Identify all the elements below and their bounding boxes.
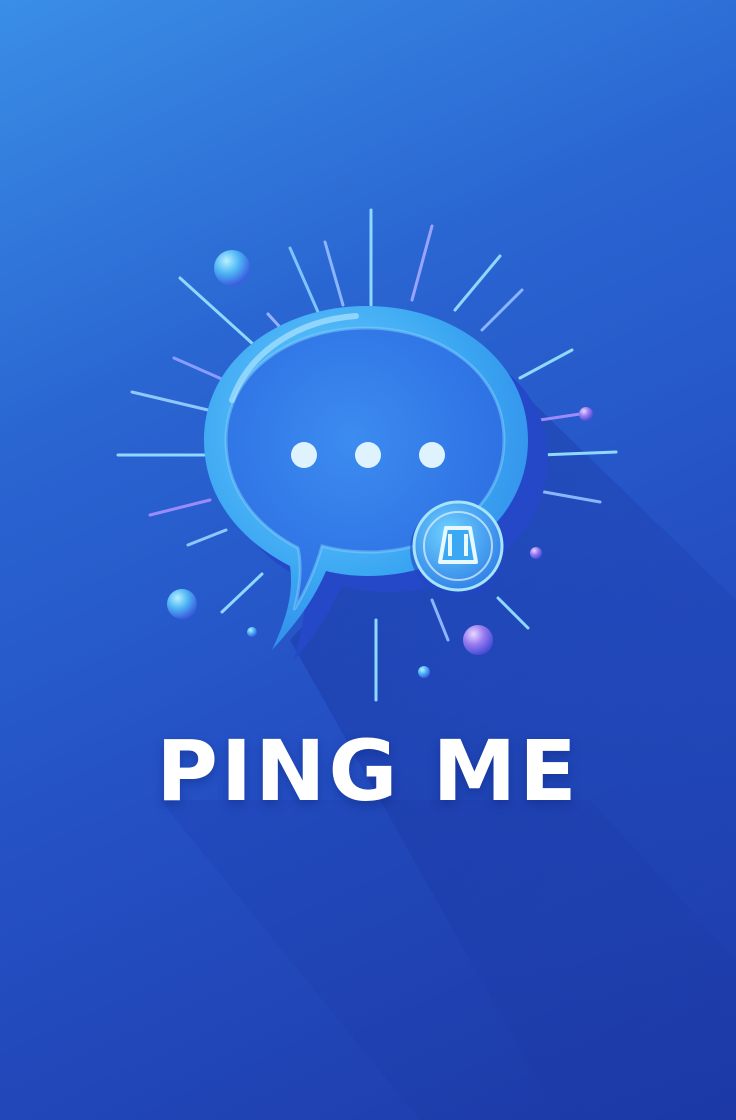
ray xyxy=(323,240,345,307)
orb-decoration xyxy=(214,250,250,286)
ray xyxy=(410,224,434,302)
typing-dot xyxy=(419,442,445,468)
typing-dot xyxy=(291,442,317,468)
ray xyxy=(186,528,228,547)
orb-decoration xyxy=(167,589,197,619)
orb-decoration xyxy=(579,407,593,421)
typing-dot xyxy=(355,442,381,468)
logo-artwork xyxy=(116,208,736,1120)
app-title: PING ME xyxy=(156,722,580,820)
orb-decoration xyxy=(418,666,430,678)
orb-decoration xyxy=(463,625,493,655)
bell-icon xyxy=(438,526,478,564)
ray xyxy=(130,390,210,412)
ray xyxy=(148,498,212,517)
ray xyxy=(288,246,320,314)
ray xyxy=(178,276,256,347)
ray xyxy=(480,288,524,332)
ray xyxy=(172,356,226,382)
ray xyxy=(518,348,574,380)
orb-decoration xyxy=(530,547,542,559)
badge xyxy=(410,500,506,598)
ray xyxy=(220,572,264,614)
ray xyxy=(453,254,502,312)
orb-decoration xyxy=(247,627,257,637)
